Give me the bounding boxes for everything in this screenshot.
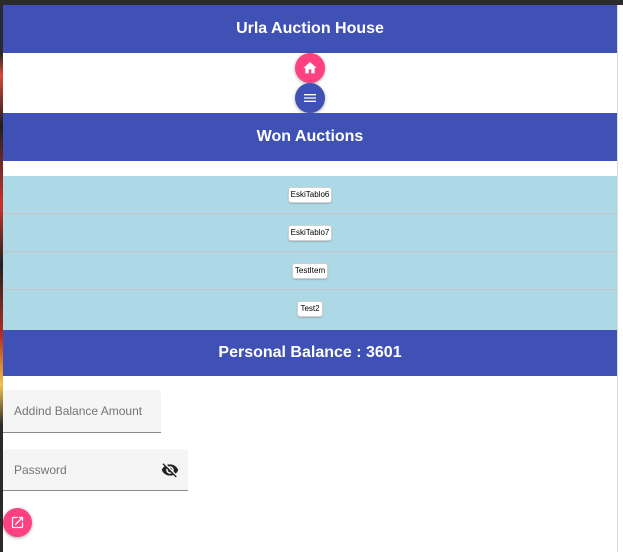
balance-amount-field (3, 390, 161, 433)
home-button[interactable] (295, 53, 325, 83)
scrollbar-track[interactable] (617, 5, 623, 552)
home-icon (303, 62, 317, 74)
app-frame: Urla Auction House Won Auctions EskiTabl… (0, 0, 623, 552)
open-in-new-icon (11, 516, 24, 529)
page-title: Urla Auction House (236, 20, 384, 37)
list-item: Test2 (3, 290, 617, 328)
won-auctions-list: EskiTablo6 EskiTablo7 TestItem Test2 (3, 176, 617, 330)
auction-item-button[interactable]: Test2 (297, 301, 323, 317)
visibility-off-icon[interactable] (161, 461, 179, 479)
balance-amount-input[interactable] (14, 390, 159, 432)
app-header: Urla Auction House (3, 5, 617, 53)
auction-item-button[interactable]: EskiTablo6 (287, 186, 333, 203)
password-field (3, 449, 188, 491)
balance-label: Personal Balance : 3601 (218, 344, 402, 361)
password-input[interactable] (14, 449, 154, 490)
menu-button[interactable] (295, 83, 325, 113)
menu-icon (304, 94, 316, 102)
auction-item-button[interactable]: TestItem (291, 262, 329, 279)
open-in-new-button[interactable] (3, 508, 32, 537)
list-item: EskiTablo7 (3, 214, 617, 252)
auction-item-button[interactable]: EskiTablo7 (287, 224, 333, 241)
balance-header: Personal Balance : 3601 (3, 330, 617, 376)
won-auctions-header: Won Auctions (3, 113, 617, 161)
section-title: Won Auctions (256, 128, 364, 145)
list-item: EskiTablo6 (3, 176, 617, 214)
list-item: TestItem (3, 252, 617, 290)
